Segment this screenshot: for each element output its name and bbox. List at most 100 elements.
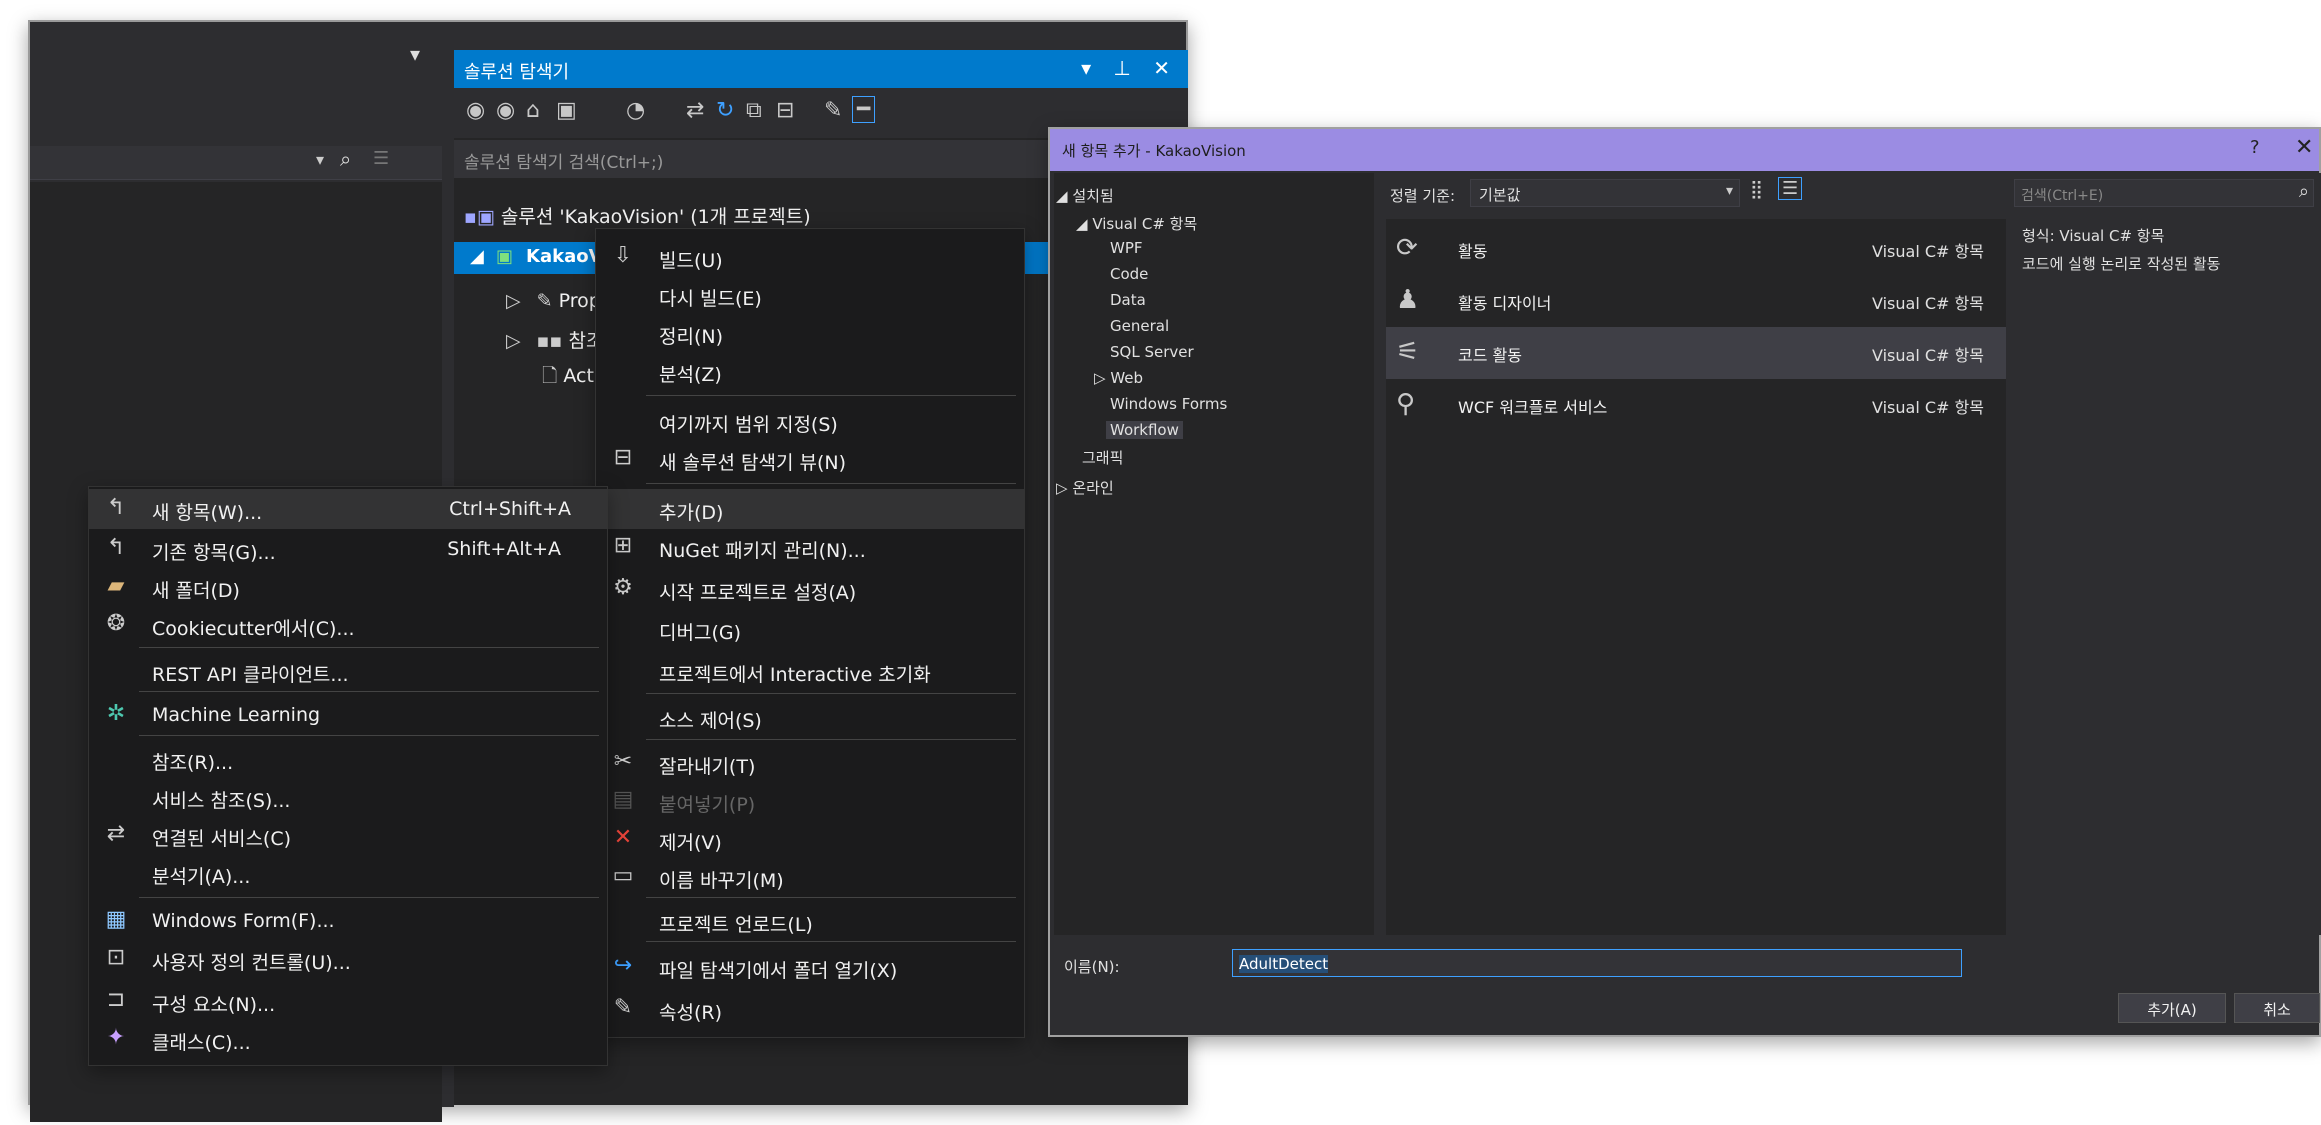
left-panel-search[interactable]: ▾ ⌕ ☰ xyxy=(30,146,442,180)
expand-arrow-icon[interactable]: ▷ xyxy=(506,330,521,352)
menu-item-label: 클래스(C)... xyxy=(152,1032,251,1054)
menu-item-connected-service[interactable]: ⇄ 연결된 서비스(C) xyxy=(89,815,607,855)
menu-item-rest-api[interactable]: REST API 클라이언트... xyxy=(89,651,607,691)
menu-item-unload[interactable]: 프로젝트 언로드(L) xyxy=(596,901,1024,941)
menu-item-reference[interactable]: 참조(R)... xyxy=(89,739,607,779)
help-button[interactable]: ? xyxy=(2250,137,2260,158)
menu-item-windows-form[interactable]: ▦ Windows Form(F)... xyxy=(89,901,607,941)
tree-node-sql-server[interactable]: SQL Server xyxy=(1110,343,1194,361)
dialog-title: 새 항목 추가 - KakaoVision xyxy=(1050,129,2319,171)
expand-arrow-icon[interactable]: ▷ xyxy=(1056,479,1068,497)
sync-icon[interactable]: ⇄ xyxy=(686,98,704,123)
menu-item-existing-item[interactable]: ↰ 기존 항목(G)... Shift+Alt+A xyxy=(89,529,607,569)
forward-icon[interactable]: ◉ xyxy=(496,98,515,123)
back-icon[interactable]: ◉ xyxy=(466,98,485,123)
menu-item-remove[interactable]: ✕ 제거(V) xyxy=(596,819,1024,859)
menu-item-open-folder[interactable]: ↪ 파일 탐색기에서 폴더 열기(X) xyxy=(596,947,1024,987)
menu-item-service-reference[interactable]: 서비스 참조(S)... xyxy=(89,777,607,817)
tree-node-installed[interactable]: ◢ 설치됨 xyxy=(1056,185,1114,206)
menu-item-label: 프로젝트에서 Interactive 초기화 xyxy=(659,664,931,686)
menu-item-label: 잘라내기(T) xyxy=(659,756,756,778)
list-view-icon[interactable]: ☰ xyxy=(1778,177,1803,200)
template-search-input[interactable]: 검색(Ctrl+E) ⌕ xyxy=(2014,179,2314,207)
menu-item-component[interactable]: ⊐ 구성 요소(N)... xyxy=(89,981,607,1021)
search-icon[interactable]: ⌕ xyxy=(2299,181,2309,202)
tree-label: 설치됨 xyxy=(1072,187,1114,205)
switch-views-icon[interactable]: ▣ xyxy=(556,98,577,123)
menu-item-label: 분석기(A)... xyxy=(152,866,251,888)
menu-item-label: 참조(R)... xyxy=(152,752,234,774)
menu-item-add[interactable]: 추가(D) xyxy=(596,489,1024,529)
tree-node-web[interactable]: ▷ Web xyxy=(1094,369,1143,387)
chevron-down-icon: ▾ xyxy=(1725,183,1733,199)
menu-item-cut[interactable]: ✂ 잘라내기(T) xyxy=(596,743,1024,783)
rename-icon: ▭ xyxy=(612,863,634,888)
menu-item-paste[interactable]: ▤ 붙여넣기(P) xyxy=(596,781,1024,821)
tree-node-visual-csharp[interactable]: ◢ Visual C# 항목 xyxy=(1076,213,1197,234)
menu-item-new-solution-view[interactable]: ⊟ 새 솔루션 탐색기 뷰(N) xyxy=(596,439,1024,479)
collapse-all-icon[interactable]: ⧉ xyxy=(746,98,762,123)
paste-icon: ▤ xyxy=(612,787,634,812)
menu-item-machine-learning[interactable]: ✲ Machine Learning xyxy=(89,695,607,735)
expand-arrow-icon[interactable]: ▷ xyxy=(506,290,521,312)
menu-item-class[interactable]: ✦ 클래스(C)... xyxy=(89,1019,607,1059)
tree-node-workflow[interactable]: Workflow xyxy=(1106,421,1183,439)
chevron-down-icon[interactable]: ▾ xyxy=(410,42,440,72)
menu-item-new-item[interactable]: ↰ 새 항목(W)... Ctrl+Shift+A xyxy=(89,489,607,529)
name-input[interactable]: AdultDetect xyxy=(1232,949,1962,977)
sort-dropdown[interactable]: 기본값 ▾ xyxy=(1470,179,1740,207)
show-all-files-icon[interactable]: ⊟ xyxy=(776,98,794,123)
expand-arrow-icon[interactable]: ◢ xyxy=(1076,215,1088,233)
menu-item-clean[interactable]: 정리(N) xyxy=(596,313,1024,353)
tree-node-code[interactable]: Code xyxy=(1110,265,1148,283)
template-item-wcf-service[interactable]: ⚲ WCF 워크플로 서비스 Visual C# 항목 xyxy=(1386,379,2006,431)
home-icon[interactable]: ⌂ xyxy=(526,98,540,123)
expand-arrow-icon[interactable]: ◢ xyxy=(470,246,484,267)
medium-icons-view-icon[interactable]: ⣿ xyxy=(1750,179,1763,200)
properties-wrench-icon[interactable]: ✎ xyxy=(824,98,842,123)
close-button[interactable]: ✕ xyxy=(2295,135,2313,160)
template-item-code-activity[interactable]: ⚟ 코드 활동 Visual C# 항목 xyxy=(1386,327,2006,379)
menu-item-user-control[interactable]: ⊡ 사용자 정의 컨트롤(U)... xyxy=(89,939,607,979)
tree-node-wpf[interactable]: WPF xyxy=(1110,239,1143,257)
cancel-button[interactable]: 취소 xyxy=(2234,993,2320,1023)
details-type: 형식: Visual C# 항목 xyxy=(2022,227,2165,245)
menu-separator xyxy=(646,941,1016,942)
chevron-down-icon[interactable]: ▾ xyxy=(316,150,324,169)
tree-node-graphics[interactable]: 그래픽 xyxy=(1082,447,1123,468)
menu-item-rename[interactable]: ▭ 이름 바꾸기(M) xyxy=(596,857,1024,897)
menu-item-new-folder[interactable]: ▰ 새 폴더(D) xyxy=(89,567,607,607)
search-icon[interactable]: ⌕ xyxy=(340,147,351,171)
solution-icon: ▪▣ xyxy=(464,206,495,228)
filter-icon[interactable]: ☰ xyxy=(373,148,389,169)
menu-item-label: 분석(Z) xyxy=(659,364,722,386)
pending-changes-icon[interactable]: ◔ xyxy=(626,98,645,123)
menu-item-source-control[interactable]: 소스 제어(S) xyxy=(596,697,1024,737)
menu-item-analyze[interactable]: 분석(Z) xyxy=(596,351,1024,391)
expand-arrow-icon[interactable]: ▷ xyxy=(1094,369,1106,387)
menu-item-debug[interactable]: 디버그(G) xyxy=(596,609,1024,649)
tree-node-windows-forms[interactable]: Windows Forms xyxy=(1110,395,1227,413)
menu-item-properties[interactable]: ✎ 속성(R) xyxy=(596,989,1024,1029)
tree-node-online[interactable]: ▷ 온라인 xyxy=(1056,477,1114,498)
expand-arrow-icon[interactable]: ◢ xyxy=(1056,187,1068,205)
menu-item-cookiecutter[interactable]: ❂ Cookiecutter에서(C)... xyxy=(89,605,607,645)
add-button[interactable]: 추가(A) xyxy=(2118,993,2226,1023)
tree-node-general[interactable]: General xyxy=(1110,317,1169,335)
open-folder-icon: ↪ xyxy=(613,953,633,978)
preview-icon[interactable]: ━ xyxy=(852,96,876,123)
panel-title-icons[interactable]: ▾ ⊥ ✕ xyxy=(1081,56,1178,80)
menu-item-analyzer[interactable]: 분석기(A)... xyxy=(89,853,607,893)
refresh-icon[interactable]: ↻ xyxy=(716,98,734,123)
tree-node-data[interactable]: Data xyxy=(1110,291,1146,309)
menu-item-scope-to-this[interactable]: 여기까지 범위 지정(S) xyxy=(596,401,1024,441)
menu-item-label: 이름 바꾸기(M) xyxy=(659,870,784,892)
template-item-activity[interactable]: ⟳ 활동 Visual C# 항목 xyxy=(1386,223,2006,275)
menu-item-nuget[interactable]: ⊞ NuGet 패키지 관리(N)... xyxy=(596,527,1024,567)
menu-item-rebuild[interactable]: 다시 빌드(E) xyxy=(596,275,1024,315)
tree-row-references[interactable]: ▷ ▪▪ 참조 xyxy=(506,326,603,358)
menu-item-set-startup[interactable]: ⚙ 시작 프로젝트로 설정(A) xyxy=(596,569,1024,609)
menu-item-build[interactable]: ⇩ 빌드(U) xyxy=(596,237,1024,277)
menu-item-interactive[interactable]: 프로젝트에서 Interactive 초기화 xyxy=(596,651,1024,691)
template-item-activity-designer[interactable]: ♟ 활동 디자이너 Visual C# 항목 xyxy=(1386,275,2006,327)
